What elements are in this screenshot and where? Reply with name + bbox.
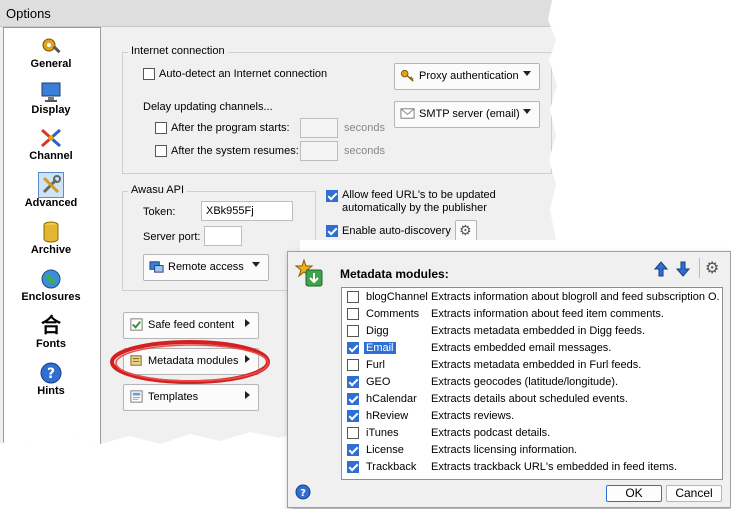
token-input[interactable]: XBk955Fj (201, 201, 293, 221)
server-port-label: Server port: (143, 231, 201, 243)
modules-list: blogChannel Extracts information about bl… (341, 287, 723, 480)
metadata-modules-popup: Metadata modules: ⚙ blogChannel Extracts … (287, 251, 731, 508)
auto-discovery-label: Enable auto-discovery (342, 225, 451, 237)
list-item[interactable]: hReview Extracts reviews. (342, 408, 722, 425)
channel-arrows-icon (41, 128, 61, 148)
highlight-ring (110, 340, 270, 384)
auto-discovery-checkbox[interactable] (326, 225, 338, 237)
shield-icon (130, 318, 143, 331)
module-checkbox[interactable] (347, 444, 359, 456)
database-icon (43, 221, 59, 243)
list-item[interactable]: Trackback Extracts trackback URL's embedd… (342, 459, 722, 476)
awasu-api-label: Awasu API (128, 184, 187, 196)
window-title: Options (6, 6, 51, 21)
cancel-button[interactable]: Cancel (666, 485, 722, 502)
title-bar: Options (0, 0, 557, 27)
list-item[interactable]: License Extracts licensing information. (342, 442, 722, 459)
popup-title: Metadata modules: (340, 267, 449, 281)
list-item[interactable]: hCalendar Extracts details about schedule… (342, 391, 722, 408)
help-icon: ? (40, 362, 62, 384)
seconds-label-1: seconds (344, 122, 385, 134)
sidebar-item-channel[interactable]: Channel (7, 124, 95, 168)
key-icon (400, 69, 414, 82)
sidebar-item-fonts[interactable]: 合 Fonts (7, 312, 95, 356)
allow-feed-url-update-label: Allow feed URL's to be updated automatic… (342, 189, 496, 214)
delay-label: Delay updating channels... (143, 101, 273, 113)
sidebar-item-enclosures[interactable]: Enclosures (7, 265, 95, 309)
globe-icon (41, 269, 61, 289)
move-up-icon[interactable] (653, 261, 669, 277)
svg-text:?: ? (47, 366, 55, 382)
sidebar-item-archive[interactable]: Archive (7, 218, 95, 262)
gear-tools-icon (42, 38, 61, 54)
move-down-icon[interactable] (675, 261, 691, 277)
gear-icon[interactable]: ⚙ (705, 258, 719, 278)
auto-discovery-settings-button[interactable]: ⚙ (455, 220, 477, 242)
list-item[interactable]: Digg Extracts metadata embedded in Digg f… (342, 323, 722, 340)
module-checkbox[interactable] (347, 427, 359, 439)
list-item[interactable]: GEO Extracts geocodes (latitude/longitude… (342, 374, 722, 391)
token-label: Token: (143, 206, 176, 218)
sidebar-item-advanced[interactable]: Advanced (7, 171, 95, 215)
template-icon (130, 390, 143, 403)
help-icon[interactable]: ? (295, 484, 311, 500)
list-item[interactable]: Email Extracts embedded email messages. (342, 340, 722, 357)
sidebar-item-display[interactable]: Display (7, 78, 95, 122)
allow-feed-url-update-checkbox[interactable] (326, 190, 338, 202)
after-start-label: After the program starts: (171, 122, 290, 134)
safe-feed-content-button[interactable]: Safe feed content (123, 312, 259, 339)
chevron-down-icon (523, 71, 531, 76)
options-sidebar: General Display Channel Advanced Archive… (3, 27, 101, 446)
chinese-character-icon: 合 (41, 315, 61, 337)
templates-button[interactable]: Templates (123, 384, 259, 411)
chevron-down-icon (252, 262, 260, 267)
ok-button[interactable]: OK (606, 485, 662, 502)
metadata-plugin-icon (294, 258, 323, 287)
wrench-screwdriver-icon (38, 172, 64, 198)
module-checkbox[interactable] (347, 342, 359, 354)
svg-text:?: ? (300, 488, 306, 499)
module-checkbox[interactable] (347, 461, 359, 473)
sidebar-item-hints[interactable]: ? Hints (7, 359, 95, 403)
module-checkbox[interactable] (347, 359, 359, 371)
after-resume-seconds-input[interactable] (300, 141, 338, 161)
chevron-down-icon (523, 109, 531, 114)
sidebar-item-general[interactable]: General (7, 32, 95, 76)
seconds-label-2: seconds (344, 145, 385, 157)
list-item[interactable]: iTunes Extracts podcast details. (342, 425, 722, 442)
chevron-right-icon (245, 319, 250, 327)
gear-icon: ⚙ (459, 222, 472, 238)
remote-computer-icon (149, 261, 164, 273)
module-checkbox[interactable] (347, 325, 359, 337)
toolbar-divider (699, 258, 700, 278)
module-checkbox[interactable] (347, 291, 359, 303)
envelope-icon (400, 108, 415, 119)
monitor-icon (41, 82, 61, 102)
module-checkbox[interactable] (347, 393, 359, 405)
remote-access-button[interactable]: Remote access (143, 254, 269, 281)
auto-detect-label: Auto-detect an Internet connection (159, 68, 328, 80)
server-port-input[interactable] (204, 226, 242, 246)
chevron-right-icon (245, 391, 250, 399)
list-item[interactable]: Comments Extracts information about feed … (342, 306, 722, 323)
list-item[interactable]: Furl Extracts metadata embedded in Furl f… (342, 357, 722, 374)
module-checkbox[interactable] (347, 376, 359, 388)
proxy-authentication-button[interactable]: Proxy authentication (394, 63, 540, 90)
module-checkbox[interactable] (347, 308, 359, 320)
list-item[interactable]: blogChannel Extracts information about bl… (342, 289, 722, 306)
module-checkbox[interactable] (347, 410, 359, 422)
auto-detect-checkbox[interactable] (143, 68, 155, 80)
after-start-checkbox[interactable] (155, 122, 167, 134)
internet-connection-label: Internet connection (128, 45, 228, 57)
after-resume-checkbox[interactable] (155, 145, 167, 157)
after-start-seconds-input[interactable] (300, 118, 338, 138)
smtp-server-button[interactable]: SMTP server (email) (394, 101, 540, 128)
after-resume-label: After the system resumes: (171, 145, 299, 157)
